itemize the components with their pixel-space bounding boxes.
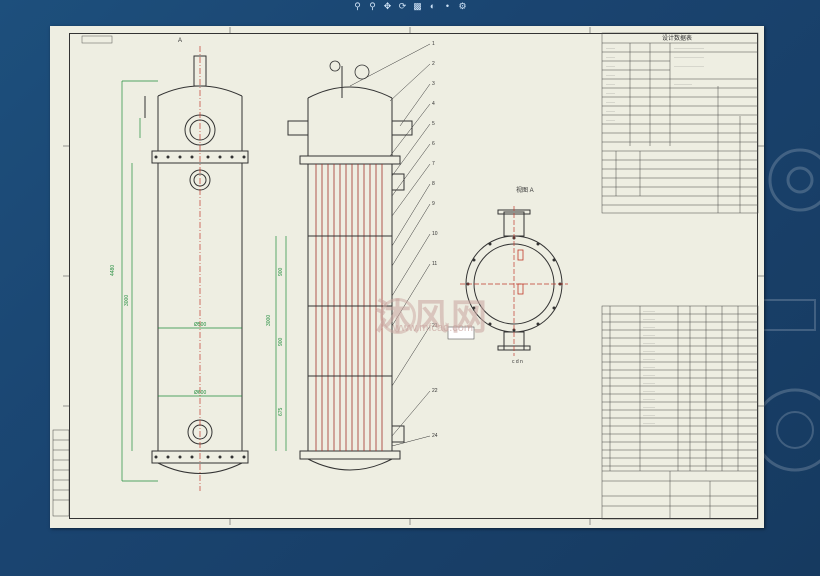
svg-text:————: ———— xyxy=(643,341,655,345)
rotate-icon[interactable]: ⟳ xyxy=(397,1,408,12)
svg-text:2: 2 xyxy=(432,61,435,67)
svg-text:24: 24 xyxy=(432,433,438,439)
design-data-heading: 设计数据表 xyxy=(662,34,692,42)
svg-text:900: 900 xyxy=(278,337,284,346)
svg-text:————: ———— xyxy=(643,333,655,337)
svg-text:c d n: c d n xyxy=(512,359,523,365)
part-leaders xyxy=(349,43,431,447)
svg-text:———: ——— xyxy=(606,64,615,68)
svg-text:1: 1 xyxy=(432,41,435,47)
exterior-dimensions xyxy=(121,80,242,482)
svg-text:———: ——— xyxy=(606,118,615,122)
settings-icon[interactable]: ⚙ xyxy=(457,1,468,12)
svg-text:A: A xyxy=(178,38,182,44)
svg-text:————: ———— xyxy=(643,325,655,329)
svg-text:22: 22 xyxy=(432,388,438,394)
display-icon[interactable]: ▩ xyxy=(412,1,423,12)
svg-text:———: ——— xyxy=(606,109,615,113)
svg-text:————: ———— xyxy=(643,389,655,393)
drawing-sheet[interactable]: 4480 3000 Ø500 Ø600 A 3000 900 900 675 1… xyxy=(50,26,764,528)
parts-list-table xyxy=(601,305,759,520)
svg-text:11: 11 xyxy=(432,261,437,267)
svg-text:——————————: —————————— xyxy=(674,55,704,59)
svg-text:————: ———— xyxy=(643,421,655,425)
tube-bundle xyxy=(315,164,383,451)
pan-icon[interactable]: ✥ xyxy=(382,1,393,12)
svg-text:———: ——— xyxy=(606,73,615,77)
svg-text:————: ———— xyxy=(643,413,655,417)
watermark-url: www.mfcad.com xyxy=(393,322,474,334)
section-view xyxy=(287,66,413,471)
svg-text:————: ———— xyxy=(643,373,655,377)
svg-text:————: ———— xyxy=(643,397,655,401)
svg-text:7: 7 xyxy=(432,161,435,167)
svg-text:———: ——— xyxy=(606,55,615,59)
zoom-area-icon[interactable]: ⚲ xyxy=(367,1,378,12)
svg-text:675: 675 xyxy=(278,407,284,416)
svg-text:———: ——— xyxy=(606,46,615,50)
svg-text:3: 3 xyxy=(432,81,435,87)
svg-text:——————————: —————————— xyxy=(674,64,704,68)
viewer-toolbar: ⚲ ⚲ ✥ ⟳ ▩ ◐ • ⚙ xyxy=(0,0,820,15)
svg-text:——————: —————— xyxy=(674,82,692,86)
view-a-label: 视图 A xyxy=(516,186,534,194)
camera-icon[interactable]: • xyxy=(442,1,453,12)
svg-text:900: 900 xyxy=(278,267,284,276)
svg-text:6: 6 xyxy=(432,141,435,147)
exterior-view xyxy=(144,55,249,474)
svg-text:10: 10 xyxy=(432,231,438,237)
svg-text:————: ———— xyxy=(643,357,655,361)
design-data-table xyxy=(601,32,759,214)
svg-text:———: ——— xyxy=(606,91,615,95)
svg-text:4480: 4480 xyxy=(110,265,116,276)
svg-text:————: ———— xyxy=(643,317,655,321)
svg-text:3000: 3000 xyxy=(124,295,130,306)
svg-text:Ø500: Ø500 xyxy=(194,322,206,328)
zoom-in-icon[interactable]: ⚲ xyxy=(352,1,363,12)
svg-text:————: ———— xyxy=(643,381,655,385)
svg-text:———: ——— xyxy=(606,100,615,104)
svg-text:————: ———— xyxy=(643,405,655,409)
svg-text:4: 4 xyxy=(432,101,435,107)
svg-text:5: 5 xyxy=(432,121,435,127)
svg-text:Ø600: Ø600 xyxy=(194,390,206,396)
svg-text:——————————: —————————— xyxy=(674,46,704,50)
view-icon[interactable]: ◐ xyxy=(427,1,438,12)
svg-text:———: ——— xyxy=(606,82,615,86)
svg-text:————: ———— xyxy=(643,309,655,313)
drawing-canvas: 4480 3000 Ø500 Ø600 A 3000 900 900 675 1… xyxy=(52,27,764,525)
svg-text:————: ———— xyxy=(643,365,655,369)
svg-text:————: ———— xyxy=(643,349,655,353)
svg-text:9: 9 xyxy=(432,201,435,207)
svg-text:8: 8 xyxy=(432,181,435,187)
revision-block xyxy=(52,429,70,517)
svg-text:3000: 3000 xyxy=(266,315,272,326)
